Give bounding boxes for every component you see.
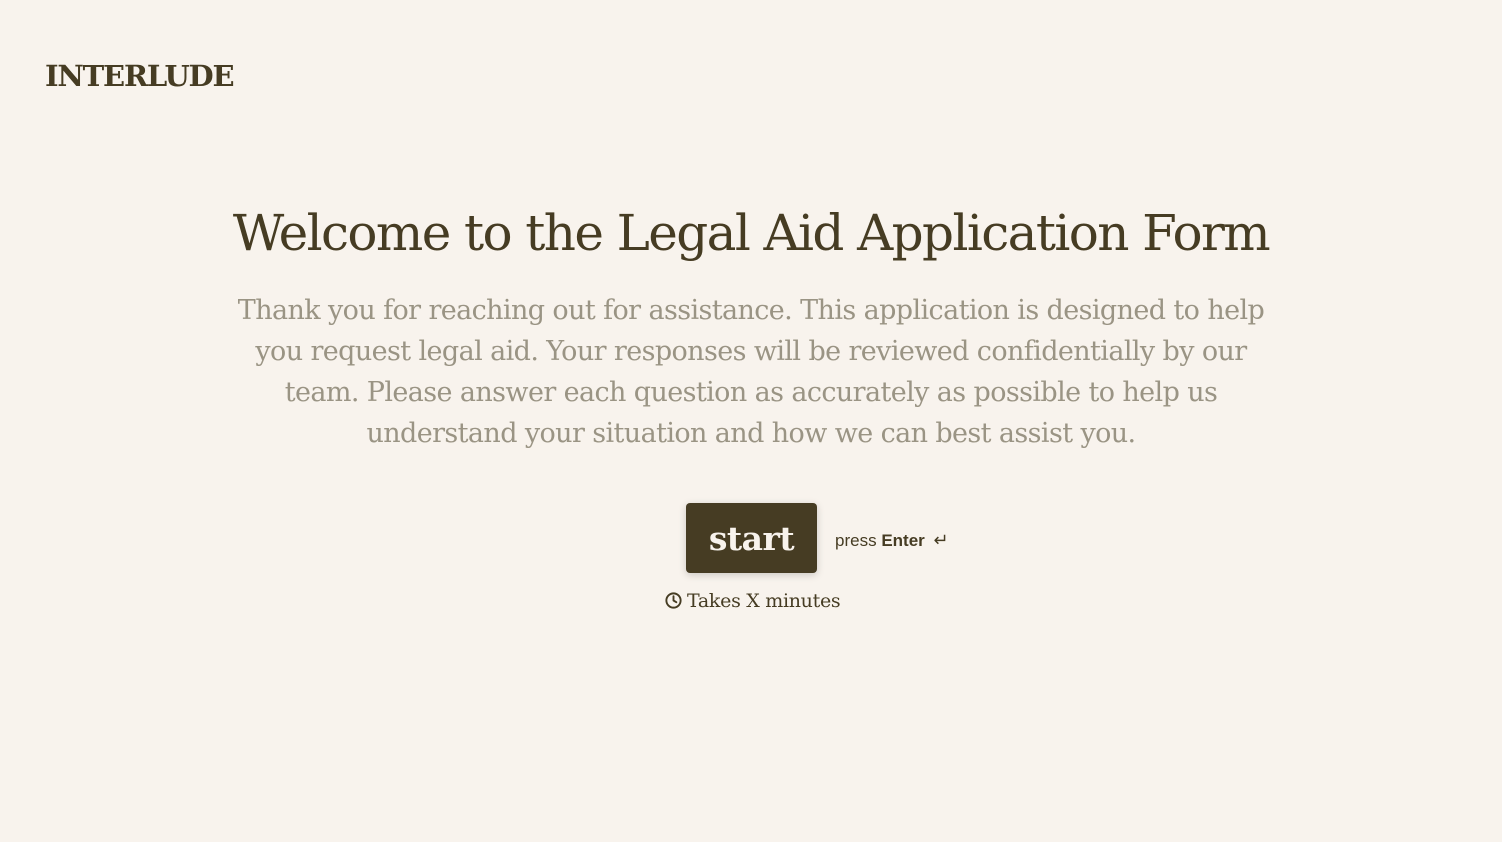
keyboard-hint: press Enter ↵ [835, 528, 949, 553]
hint-prefix: press [835, 531, 877, 550]
welcome-description: Thank you for reaching out for assistanc… [237, 295, 1265, 449]
page-title: Welcome to the Legal Aid Application For… [232, 204, 1271, 262]
duration-estimate: Takes X minutes [664, 588, 841, 614]
start-button[interactable]: start [686, 503, 817, 573]
enter-icon: ↵ [933, 530, 949, 550]
hint-key: Enter [881, 531, 925, 550]
duration-text: Takes X minutes [687, 590, 841, 612]
clock-icon [665, 592, 682, 609]
brand-logo: INTERLUDE [45, 59, 235, 93]
